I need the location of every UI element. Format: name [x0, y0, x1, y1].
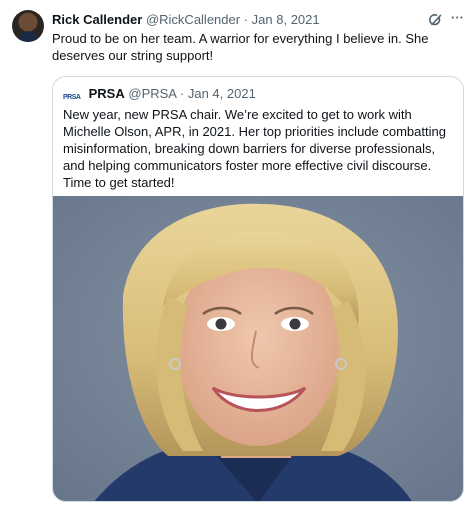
tweet[interactable]: Rick Callender @RickCallender · Jan 8, 2…	[0, 0, 476, 507]
quoted-tweet-card[interactable]: PRSA PRSA @PRSA · Jan 4, 2021 New year, …	[52, 76, 464, 502]
quoted-tweet-photo[interactable]	[53, 196, 463, 501]
grok-icon[interactable]	[428, 12, 444, 28]
author-handle[interactable]: @RickCallender	[146, 12, 240, 27]
author-name[interactable]: Rick Callender	[52, 12, 142, 27]
quoted-separator-dot: ·	[179, 86, 185, 101]
quoted-author-name[interactable]: PRSA	[89, 86, 125, 101]
prsa-logo-icon: PRSA	[63, 94, 81, 101]
quoted-author-handle[interactable]: @PRSA	[128, 86, 176, 101]
tweet-header: Rick Callender @RickCallender · Jan 8, 2…	[52, 11, 464, 29]
quoted-tweet-date[interactable]: Jan 4, 2021	[188, 86, 256, 101]
quoted-tweet-header: PRSA PRSA @PRSA · Jan 4, 2021	[63, 85, 256, 103]
tweet-text: Proud to be on her team. A warrior for e…	[52, 31, 429, 63]
tweet-date[interactable]: Jan 8, 2021	[252, 12, 320, 27]
more-icon[interactable]: ···	[450, 11, 464, 27]
author-avatar[interactable]	[12, 10, 44, 42]
quoted-tweet-text: New year, new PRSA chair. We’re excited …	[63, 107, 446, 190]
separator-dot: ·	[243, 12, 249, 27]
